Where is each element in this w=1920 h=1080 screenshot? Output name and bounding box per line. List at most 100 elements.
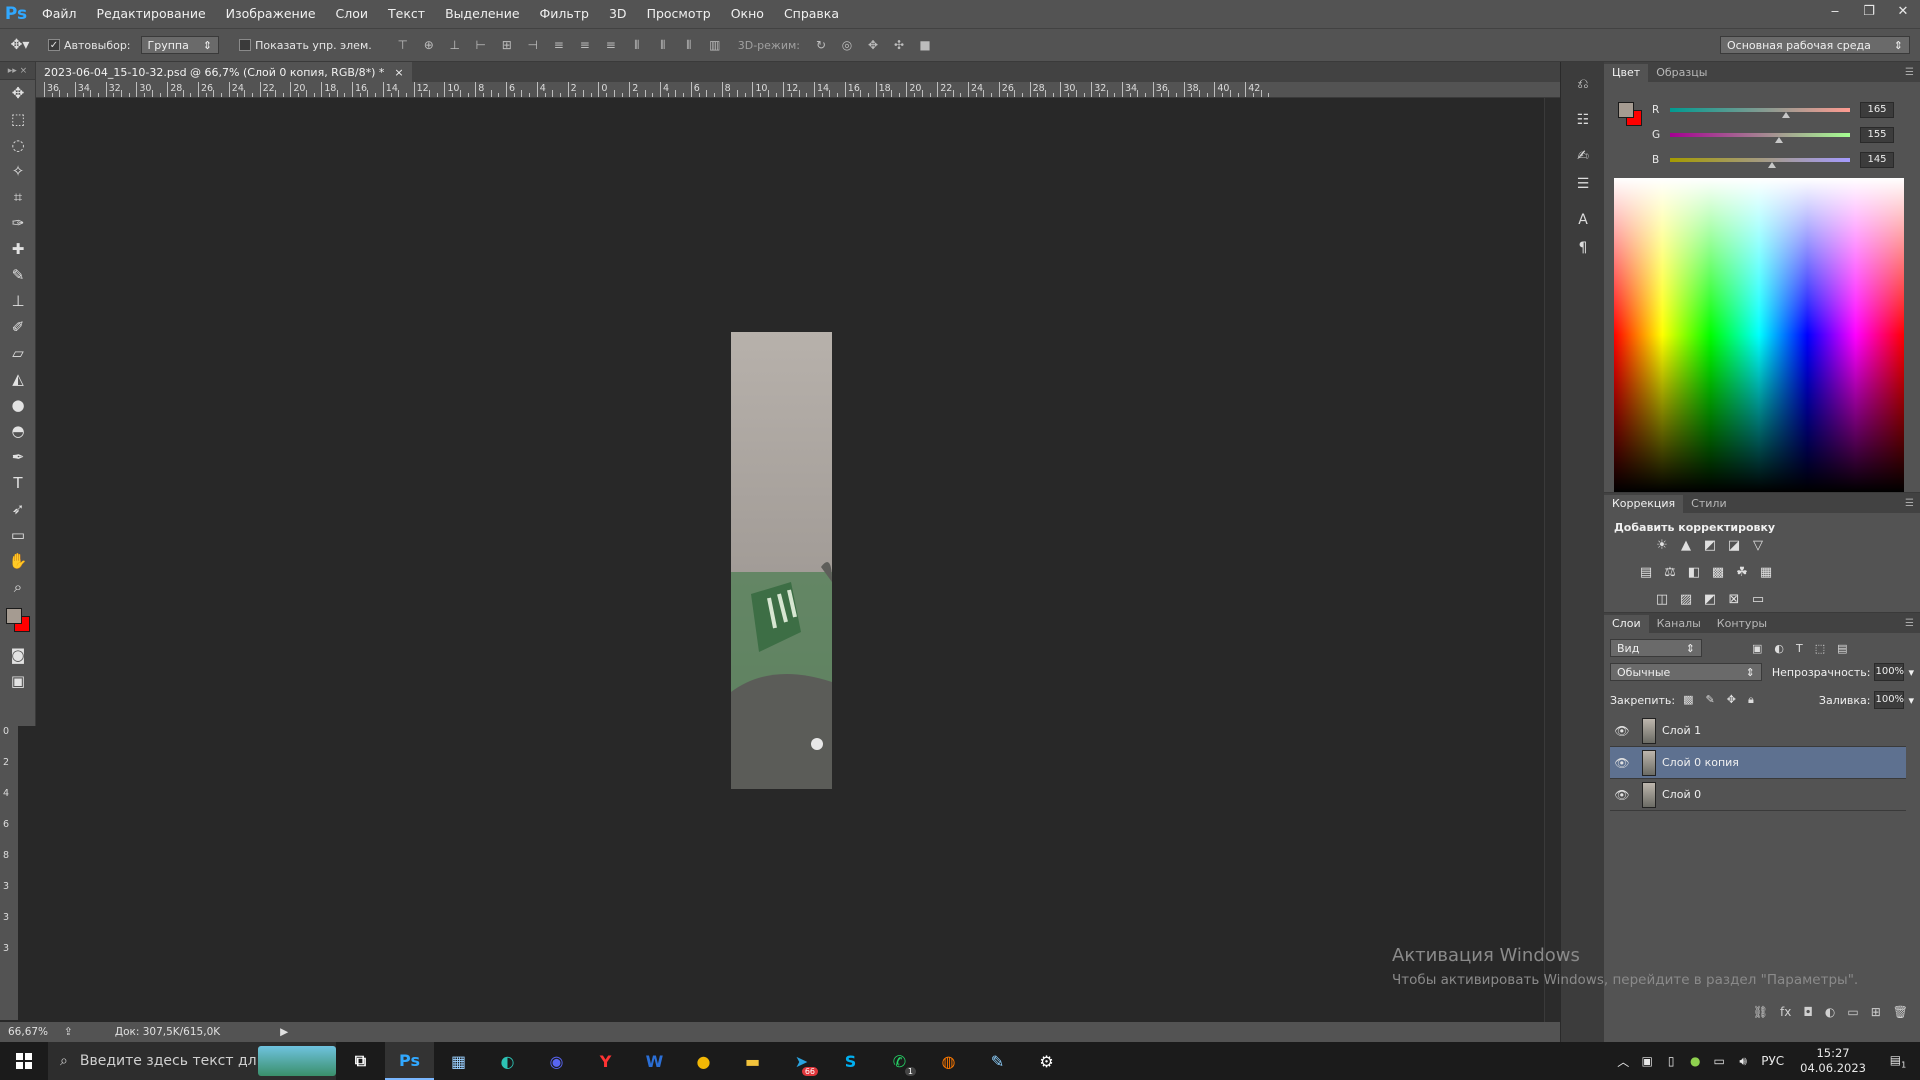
distribute-vcenter-icon[interactable]: ≡ [572, 35, 598, 55]
history-brush-tool-icon[interactable]: ✐ [0, 314, 36, 340]
layer-style-icon[interactable]: fx [1780, 1005, 1791, 1019]
paint-bucket-tool-icon[interactable]: ◭ [0, 366, 36, 392]
taskbar-app-telegram[interactable]: ➤ 66 [777, 1042, 826, 1080]
app-tray-icon[interactable]: ● [1683, 1054, 1707, 1068]
taskbar-app-chrome[interactable]: ● [679, 1042, 728, 1080]
visibility-eye-icon[interactable]: 👁︎ [1610, 724, 1634, 738]
brush-presets-icon[interactable]: ☰ [1561, 170, 1605, 198]
menu-select[interactable]: Выделение [435, 0, 529, 28]
canvas-vertical-scrollbar[interactable] [1544, 98, 1560, 1022]
align-left-icon[interactable]: ⊢ [468, 35, 494, 55]
taskbar-app-yandex-browser[interactable]: Y [581, 1042, 630, 1080]
hue-saturation-icon[interactable]: ▤ [1638, 564, 1654, 580]
tab-channels[interactable]: Каналы [1649, 615, 1709, 633]
tab-swatches[interactable]: Образцы [1648, 64, 1715, 82]
chevron-up-icon[interactable]: ︿ [1611, 1053, 1635, 1070]
3d-roll-icon[interactable]: ◎ [834, 35, 860, 55]
menu-3d[interactable]: 3D [599, 0, 637, 28]
close-tab-icon[interactable]: × [394, 66, 403, 79]
healing-brush-tool-icon[interactable]: ✚ [0, 236, 36, 262]
green-slider[interactable] [1670, 133, 1850, 143]
gradient-map-icon[interactable]: ▭ [1750, 591, 1766, 607]
document-image[interactable] [731, 332, 832, 789]
brush-panel-icon[interactable]: ✍ [1561, 142, 1605, 170]
opacity-field[interactable]: 100% [1874, 663, 1905, 681]
distribute-top-icon[interactable]: ≡ [546, 35, 572, 55]
filter-pixel-icon[interactable]: ▣ [1752, 642, 1762, 655]
add-mask-icon[interactable]: ◘ [1803, 1005, 1813, 1019]
fill-dropdown-icon[interactable]: ▾ [1908, 694, 1914, 707]
panel-menu-icon[interactable]: ☰ [1905, 615, 1920, 633]
distribute-left-icon[interactable]: ⦀ [624, 35, 650, 55]
filter-shape-icon[interactable]: ⬚ [1815, 642, 1825, 655]
color-balance-icon[interactable]: ⚖ [1662, 564, 1678, 580]
red-value-field[interactable]: 165 [1860, 102, 1894, 118]
lasso-tool-icon[interactable]: ◌ [0, 132, 36, 158]
eraser-tool-icon[interactable]: ▱ [0, 340, 36, 366]
type-tool-icon[interactable]: T [0, 470, 36, 496]
green-value-field[interactable]: 155 [1860, 127, 1894, 143]
vibrance-icon[interactable]: ▽ [1750, 537, 1766, 553]
foreground-color-swatch[interactable] [6, 608, 22, 624]
lock-position-icon[interactable]: ✥ [1727, 693, 1736, 707]
new-layer-icon[interactable]: ⊞ [1871, 1005, 1881, 1019]
move-tool-icon[interactable]: ✥ [0, 80, 36, 106]
canvas-area[interactable] [36, 98, 1560, 1022]
visibility-eye-icon[interactable]: 👁︎ [1610, 788, 1634, 802]
layer-row-selected[interactable]: 👁︎ Слой 0 копия [1610, 747, 1906, 779]
distribute-hcenter-icon[interactable]: ⦀ [650, 35, 676, 55]
network-drive-icon[interactable]: ▣ [1635, 1054, 1659, 1068]
posterize-icon[interactable]: ▨ [1678, 591, 1694, 607]
restore-button[interactable]: ❐ [1852, 0, 1886, 22]
hand-tool-icon[interactable]: ✋ [0, 548, 36, 574]
history-panel-icon[interactable]: ⎌ [1561, 70, 1605, 98]
quick-mask-icon[interactable]: ◙ [0, 642, 36, 668]
tab-paths[interactable]: Контуры [1709, 615, 1775, 633]
blue-value-field[interactable]: 145 [1860, 152, 1894, 168]
opacity-dropdown-icon[interactable]: ▾ [1908, 666, 1914, 679]
blue-slider[interactable] [1670, 158, 1850, 168]
status-menu-arrow-icon[interactable]: ▶ [280, 1026, 288, 1038]
menu-edit[interactable]: Редактирование [87, 0, 216, 28]
usb-icon[interactable]: ▯ [1659, 1054, 1683, 1068]
character-panel-icon[interactable]: A [1561, 206, 1605, 234]
pen-tool-icon[interactable]: ✒ [0, 444, 36, 470]
color-lookup-icon[interactable]: ▦ [1758, 564, 1774, 580]
taskbar-app-discord[interactable]: ◉ [532, 1042, 581, 1080]
zoom-level[interactable]: 66,67% [8, 1026, 48, 1038]
foreground-color-chip[interactable] [1618, 102, 1634, 118]
taskbar-app-whatsapp[interactable]: ✆ 1 [875, 1042, 924, 1080]
start-button[interactable] [0, 1042, 48, 1080]
zoom-tool-icon[interactable]: ⌕ [0, 574, 36, 600]
filter-type-icon[interactable]: T [1796, 642, 1803, 655]
workspace-dropdown[interactable]: Основная рабочая среда ⇕ [1720, 36, 1910, 54]
delete-layer-icon[interactable]: 🗑︎ [1893, 1005, 1908, 1019]
menu-file[interactable]: Файл [32, 0, 87, 28]
eyedropper-tool-icon[interactable]: ✑ [0, 210, 36, 236]
red-slider[interactable] [1670, 108, 1850, 118]
menu-window[interactable]: Окно [721, 0, 774, 28]
menu-image[interactable]: Изображение [216, 0, 326, 28]
3d-rotate-icon[interactable]: ↻ [808, 35, 834, 55]
clone-stamp-tool-icon[interactable]: ⊥ [0, 288, 36, 314]
taskbar-app-edge[interactable]: ◐ [483, 1042, 532, 1080]
taskbar-search[interactable]: ⌕ Введите здесь текст дл... [48, 1042, 336, 1080]
taskbar-app-media-player[interactable]: ◍ [924, 1042, 973, 1080]
crop-tool-icon[interactable]: ⌗ [0, 184, 36, 210]
link-layers-icon[interactable]: ⛓ [1753, 1005, 1768, 1019]
layer-row[interactable]: 👁︎ Слой 0 [1610, 779, 1906, 811]
monitor-icon[interactable]: ▭ [1707, 1054, 1731, 1068]
channel-mixer-icon[interactable]: ☘ [1734, 564, 1750, 580]
menu-help[interactable]: Справка [774, 0, 849, 28]
taskbar-app-photoshop[interactable]: Ps [385, 1042, 434, 1080]
layer-filter-dropdown[interactable]: Вид ⇕ [1610, 639, 1702, 657]
lock-all-icon[interactable]: 🔒︎ [1748, 693, 1754, 707]
align-hcenter-icon[interactable]: ⊞ [494, 35, 520, 55]
autoselect-checkbox[interactable]: ✓ [48, 39, 60, 51]
new-adjustment-layer-icon[interactable]: ◐ [1825, 1005, 1835, 1019]
new-group-icon[interactable]: ▭ [1847, 1005, 1858, 1019]
close-button[interactable]: ✕ [1886, 0, 1920, 22]
brush-tool-icon[interactable]: ✎ [0, 262, 36, 288]
auto-align-icon[interactable]: ▥ [702, 35, 728, 55]
notifications-icon[interactable]: ▤1 [1876, 1053, 1920, 1069]
